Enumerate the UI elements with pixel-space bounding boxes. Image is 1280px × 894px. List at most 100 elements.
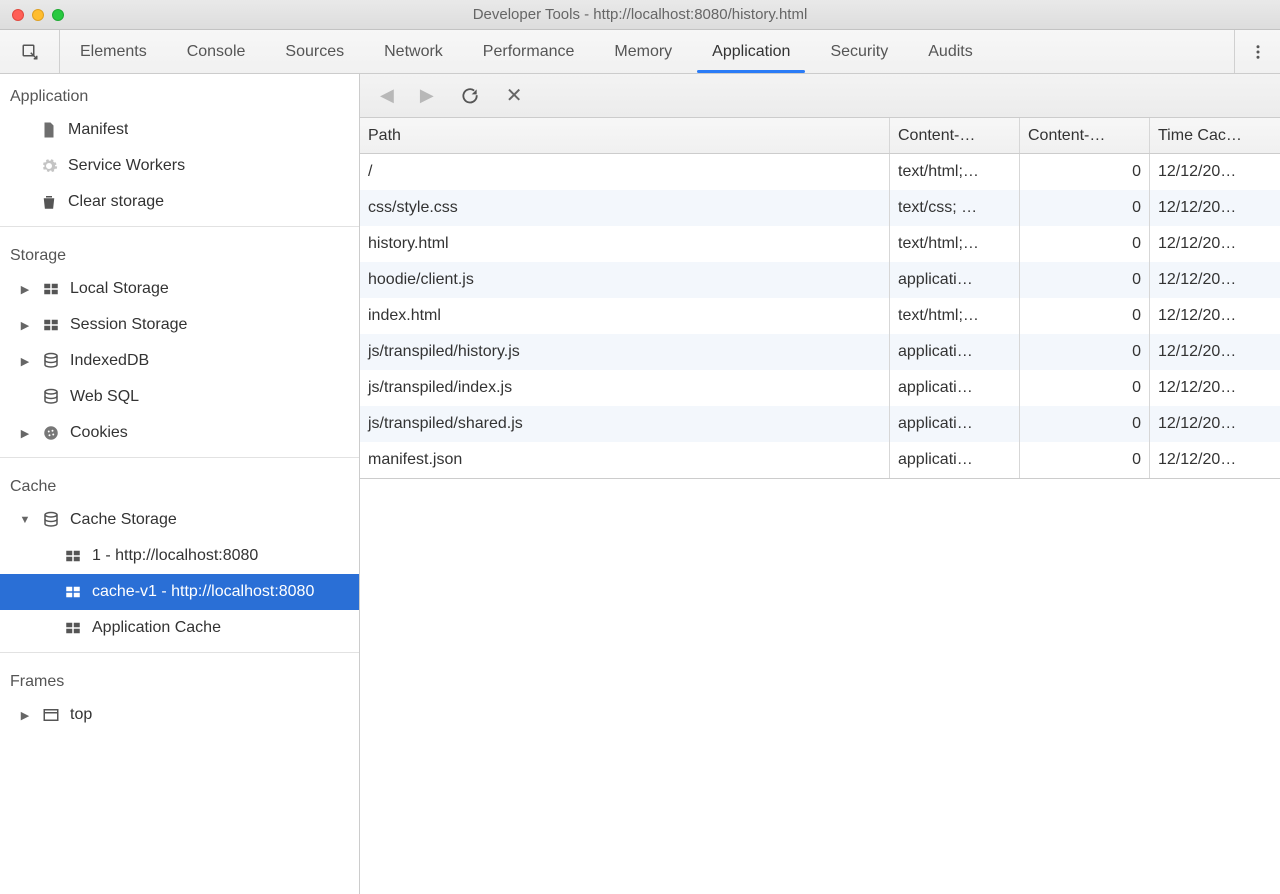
sidebar-item[interactable]: ▶ IndexedDB: [0, 343, 359, 379]
table-row[interactable]: manifest.jsonapplicati…012/12/20…: [360, 442, 1280, 478]
cell-path: css/style.css: [360, 190, 890, 226]
tab-console[interactable]: Console: [167, 30, 266, 73]
table-row[interactable]: history.htmltext/html;…012/12/20…: [360, 226, 1280, 262]
cell-cl: 0: [1020, 190, 1150, 226]
sidebar-item[interactable]: 1 - http://localhost:8080: [0, 538, 359, 574]
tab-performance[interactable]: Performance: [463, 30, 595, 73]
refresh-icon[interactable]: [460, 86, 480, 106]
cell-ct: text/html;…: [890, 154, 1020, 190]
sidebar-item[interactable]: cache-v1 - http://localhost:8080: [0, 574, 359, 610]
tab-elements[interactable]: Elements: [60, 30, 167, 73]
cell-cl: 0: [1020, 334, 1150, 370]
sidebar-item-label: cache-v1 - http://localhost:8080: [92, 583, 314, 601]
col-path[interactable]: Path: [360, 118, 890, 153]
db-icon: [42, 511, 60, 529]
table-row[interactable]: hoodie/client.jsapplicati…012/12/20…: [360, 262, 1280, 298]
sidebar-item-label: top: [70, 706, 92, 724]
cache-table: Path Content-… Content-… Time Cac… /text…: [360, 118, 1280, 479]
db-icon: [42, 388, 60, 406]
section-application: Application: [0, 74, 359, 112]
table-row[interactable]: js/transpiled/shared.jsapplicati…012/12/…: [360, 406, 1280, 442]
expand-icon[interactable]: ▶: [18, 427, 32, 440]
file-icon: [40, 121, 58, 139]
nav-back-icon[interactable]: ◀: [380, 85, 394, 106]
cache-toolbar: ◀ ▶ ✕: [360, 74, 1280, 118]
cell-path: history.html: [360, 226, 890, 262]
cell-tc: 12/12/20…: [1150, 406, 1280, 442]
sidebar-item-label: Session Storage: [70, 316, 187, 334]
cell-path: /: [360, 154, 890, 190]
table-row[interactable]: css/style.csstext/css; …012/12/20…: [360, 190, 1280, 226]
cell-cl: 0: [1020, 154, 1150, 190]
more-icon[interactable]: [1234, 30, 1280, 73]
expand-icon[interactable]: ▶: [18, 283, 32, 296]
table-header: Path Content-… Content-… Time Cac…: [360, 118, 1280, 154]
cell-path: manifest.json: [360, 442, 890, 478]
sidebar-item-label: Clear storage: [68, 193, 164, 211]
expand-icon[interactable]: ▶: [18, 355, 32, 368]
sidebar-item-label: Application Cache: [92, 619, 221, 637]
sidebar-item-label: Cache Storage: [70, 511, 177, 529]
section-cache: Cache: [0, 464, 359, 502]
cell-tc: 12/12/20…: [1150, 334, 1280, 370]
cell-tc: 12/12/20…: [1150, 442, 1280, 478]
sidebar-item[interactable]: Manifest: [0, 112, 359, 148]
window-zoom-button[interactable]: [52, 9, 64, 21]
sidebar-item[interactable]: Application Cache: [0, 610, 359, 646]
sidebar-item-label: Service Workers: [68, 157, 185, 175]
cell-ct: applicati…: [890, 406, 1020, 442]
col-content-type[interactable]: Content-…: [890, 118, 1020, 153]
frame-icon: [42, 706, 60, 724]
cell-tc: 12/12/20…: [1150, 154, 1280, 190]
grid-icon: [64, 547, 82, 565]
sidebar-item-label: IndexedDB: [70, 352, 149, 370]
sidebar-item[interactable]: Web SQL: [0, 379, 359, 415]
sidebar-item[interactable]: Clear storage: [0, 184, 359, 220]
inspect-icon[interactable]: [0, 30, 60, 73]
grid-icon: [64, 619, 82, 637]
tab-security[interactable]: Security: [810, 30, 908, 73]
tab-memory[interactable]: Memory: [594, 30, 692, 73]
nav-forward-icon[interactable]: ▶: [420, 85, 434, 106]
cell-path: js/transpiled/history.js: [360, 334, 890, 370]
devtools-tabs: ElementsConsoleSourcesNetworkPerformance…: [0, 30, 1280, 74]
titlebar: Developer Tools - http://localhost:8080/…: [0, 0, 1280, 30]
cell-ct: text/css; …: [890, 190, 1020, 226]
cell-cl: 0: [1020, 370, 1150, 406]
table-row[interactable]: /text/html;…012/12/20…: [360, 154, 1280, 190]
tab-audits[interactable]: Audits: [908, 30, 992, 73]
expand-icon[interactable]: ▶: [18, 319, 32, 332]
tab-network[interactable]: Network: [364, 30, 463, 73]
tab-sources[interactable]: Sources: [265, 30, 364, 73]
window-close-button[interactable]: [12, 9, 24, 21]
sidebar-item[interactable]: ▶ top: [0, 697, 359, 733]
expand-icon[interactable]: ▶: [18, 709, 32, 722]
cookie-icon: [42, 424, 60, 442]
sidebar-item-label: Local Storage: [70, 280, 169, 298]
grid-icon: [64, 583, 82, 601]
cell-tc: 12/12/20…: [1150, 298, 1280, 334]
col-content-length[interactable]: Content-…: [1020, 118, 1150, 153]
sidebar: Application Manifest Service Workers Clear…: [0, 74, 360, 894]
cell-tc: 12/12/20…: [1150, 226, 1280, 262]
db-icon: [42, 352, 60, 370]
sidebar-item[interactable]: ▶ Session Storage: [0, 307, 359, 343]
tab-application[interactable]: Application: [692, 30, 810, 73]
sidebar-item[interactable]: ▶ Local Storage: [0, 271, 359, 307]
delete-icon[interactable]: ✕: [506, 83, 523, 108]
table-row[interactable]: js/transpiled/index.jsapplicati…012/12/2…: [360, 370, 1280, 406]
table-row[interactable]: js/transpiled/history.jsapplicati…012/12…: [360, 334, 1280, 370]
table-row[interactable]: index.htmltext/html;…012/12/20…: [360, 298, 1280, 334]
sidebar-item-label: Web SQL: [70, 388, 139, 406]
cell-path: hoodie/client.js: [360, 262, 890, 298]
sidebar-item[interactable]: Service Workers: [0, 148, 359, 184]
cell-tc: 12/12/20…: [1150, 370, 1280, 406]
sidebar-item-label: 1 - http://localhost:8080: [92, 547, 258, 565]
sidebar-item[interactable]: ▼ Cache Storage: [0, 502, 359, 538]
window-minimize-button[interactable]: [32, 9, 44, 21]
sidebar-item[interactable]: ▶Cookies: [0, 415, 359, 451]
cell-cl: 0: [1020, 406, 1150, 442]
cell-ct: text/html;…: [890, 226, 1020, 262]
col-time-cached[interactable]: Time Cac…: [1150, 118, 1280, 153]
expand-icon[interactable]: ▼: [18, 514, 32, 526]
